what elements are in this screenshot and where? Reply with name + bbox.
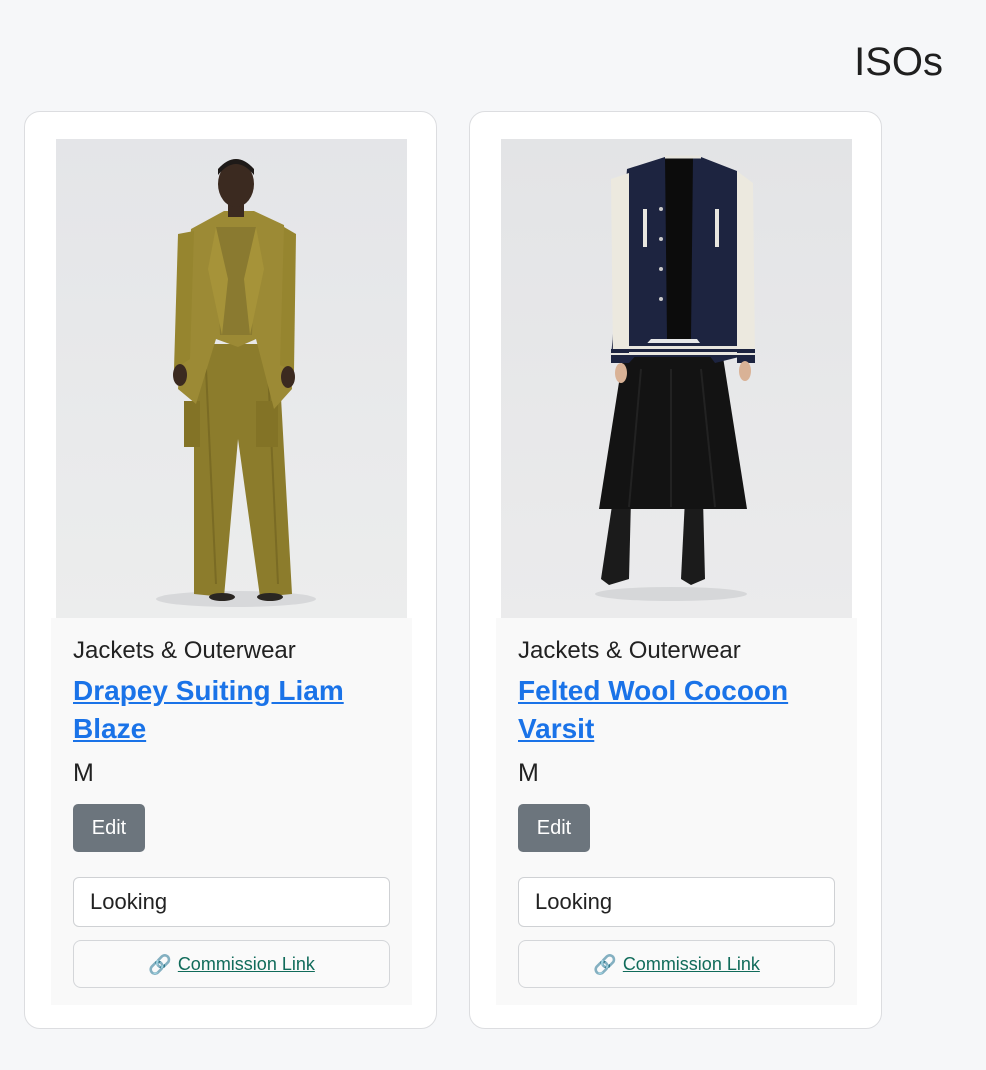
item-size: M	[518, 759, 539, 787]
product-image[interactable]	[56, 139, 407, 618]
status-select[interactable]: Looking	[73, 877, 390, 927]
commission-link-label[interactable]: Commission Link	[178, 954, 315, 975]
item-category: Jackets & Outerwear	[518, 637, 741, 664]
commission-link-button[interactable]: 🔗 Commission Link	[518, 940, 835, 988]
commission-link-button[interactable]: 🔗 Commission Link	[73, 940, 390, 988]
product-photo-varsity-jacket	[501, 139, 852, 618]
item-title-link[interactable]: Felted Wool Cocoon Varsit	[518, 672, 835, 748]
item-size: M	[73, 759, 94, 787]
status-select[interactable]: Looking	[518, 877, 835, 927]
edit-button[interactable]: Edit	[518, 804, 590, 852]
iso-card-body: Jackets & Outerwear Drapey Suiting Liam …	[51, 618, 412, 1005]
item-title-link[interactable]: Drapey Suiting Liam Blaze	[73, 672, 390, 748]
edit-button[interactable]: Edit	[73, 804, 145, 852]
iso-card-grid: Jackets & Outerwear Drapey Suiting Liam …	[24, 111, 882, 1029]
link-icon: 🔗	[593, 953, 617, 976]
page-title: ISOs	[854, 40, 943, 84]
product-image[interactable]	[501, 139, 852, 618]
commission-link-label[interactable]: Commission Link	[623, 954, 760, 975]
iso-card-body: Jackets & Outerwear Felted Wool Cocoon V…	[496, 618, 857, 1005]
iso-card: Jackets & Outerwear Drapey Suiting Liam …	[24, 111, 437, 1029]
iso-card: Jackets & Outerwear Felted Wool Cocoon V…	[469, 111, 882, 1029]
link-icon: 🔗	[148, 953, 172, 976]
product-photo-olive-suit	[56, 139, 407, 618]
item-category: Jackets & Outerwear	[73, 637, 296, 664]
